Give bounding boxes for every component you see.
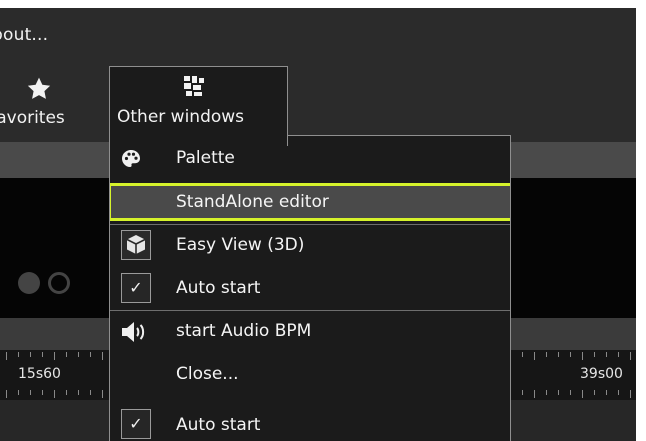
palette-icon	[122, 150, 140, 167]
menu-item-label: StandAlone editor	[176, 192, 329, 212]
ruler-tick	[546, 390, 547, 395]
easy-view-3d-icon	[121, 230, 151, 260]
clock-icon[interactable]	[48, 272, 70, 294]
checkbox-checked-icon[interactable]: ✓	[121, 409, 151, 439]
menu-item-label: Auto start	[176, 278, 261, 298]
about-menu-item[interactable]: bout...	[0, 25, 48, 45]
menu-item-close[interactable]: Close...	[110, 353, 510, 395]
star-icon	[27, 77, 51, 99]
checkbox-checked-icon[interactable]: ✓	[121, 273, 151, 303]
ruler-tick	[534, 352, 535, 360]
menu-item-label: start Audio BPM	[176, 321, 312, 341]
other-windows-button[interactable]: Other windows	[109, 66, 288, 146]
ruler-tick	[630, 390, 631, 398]
ruler-tick	[594, 390, 595, 395]
ruler-tick	[66, 390, 67, 395]
about-menu-bar: bout...	[0, 8, 636, 66]
ruler-tick	[570, 390, 571, 395]
ruler-tick	[618, 352, 619, 357]
ruler-tick	[522, 390, 523, 395]
ruler-tick	[54, 390, 55, 398]
ruler-tick	[102, 352, 103, 360]
other-windows-label: Other windows	[117, 107, 245, 127]
ruler-tick	[630, 352, 631, 360]
ruler-tick	[78, 390, 79, 395]
ruler-tick	[582, 390, 583, 398]
menu-item-label: Auto start	[176, 415, 261, 435]
ruler-tick	[42, 390, 43, 395]
record-icon[interactable]	[18, 272, 40, 294]
ruler-tick	[594, 352, 595, 357]
time-label-right: 39s00	[580, 366, 623, 382]
ruler-tick	[102, 390, 103, 398]
ruler-tick	[558, 390, 559, 395]
favorites-button[interactable]: Favorites	[0, 66, 100, 142]
ruler-tick	[558, 352, 559, 357]
ruler-tick	[534, 390, 535, 398]
menu-item-label: Palette	[176, 148, 235, 168]
menu-item-label: Easy View (3D)	[176, 235, 305, 255]
ruler-tick	[30, 390, 31, 395]
ruler-tick	[42, 352, 43, 357]
time-label-left: 15s60	[18, 366, 61, 382]
ruler-tick	[90, 390, 91, 395]
ruler-tick	[78, 352, 79, 357]
other-windows-dropdown-menu: Palette StandAlone editor Easy View (3D)…	[109, 135, 511, 441]
favorites-label: Favorites	[0, 108, 65, 128]
menu-item-label: Close...	[176, 364, 239, 384]
ruler-tick	[6, 390, 7, 398]
windows-icon	[184, 76, 204, 96]
ruler-tick	[6, 352, 7, 360]
ruler-tick	[54, 352, 55, 360]
menu-item-start-audio-bpm[interactable]: start Audio BPM	[110, 311, 510, 353]
speaker-icon	[122, 322, 145, 342]
ruler-tick	[618, 390, 619, 395]
menu-item-easy-view-3d[interactable]: Easy View (3D)	[110, 225, 510, 267]
ruler-tick	[606, 390, 607, 395]
ruler-tick	[582, 352, 583, 360]
ruler-tick	[570, 352, 571, 357]
toolbar: Favorites Other windows	[0, 66, 636, 146]
ruler-tick	[18, 352, 19, 357]
menu-item-auto-start[interactable]: ✓ Auto start	[110, 267, 510, 309]
menu-item-auto-start[interactable]: ✓ Auto start	[110, 395, 510, 439]
ruler-tick	[606, 352, 607, 357]
ruler-tick	[546, 352, 547, 357]
ruler-tick	[66, 352, 67, 357]
ruler-tick	[522, 352, 523, 357]
menu-item-standalone-editor[interactable]: StandAlone editor	[110, 183, 510, 221]
ruler-tick	[90, 352, 91, 357]
ruler-tick	[18, 390, 19, 395]
ruler-tick	[30, 352, 31, 357]
